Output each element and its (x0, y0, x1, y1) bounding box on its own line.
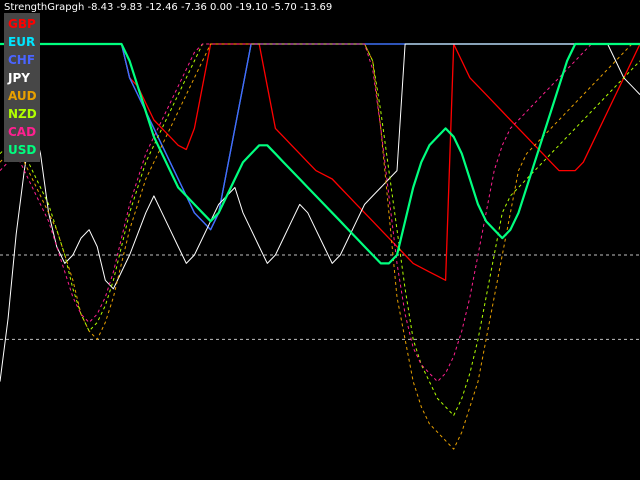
legend-panel: GBP EUR CHF JPY AUD NZD CAD USD (4, 13, 40, 162)
series-line-jpy (0, 43, 640, 382)
legend-item-nzd[interactable]: NZD (8, 107, 37, 121)
strength-chart: StrengthGrapgh -8.43 -9.83 -12.46 -7.36 … (0, 0, 640, 480)
legend-item-gbp[interactable]: GBP (8, 17, 36, 31)
legend-item-cad[interactable]: CAD (8, 125, 36, 139)
series-line-cad (0, 43, 640, 383)
series-line-aud (0, 43, 640, 450)
series-line-eur (0, 43, 640, 231)
series-line-chf (0, 43, 640, 231)
legend-item-eur[interactable]: EUR (8, 35, 35, 49)
legend-item-usd[interactable]: USD (8, 143, 36, 157)
chart-title: StrengthGrapgh -8.43 -9.83 -12.46 -7.36 … (4, 2, 333, 13)
legend-item-aud[interactable]: AUD (8, 89, 37, 103)
series-line-nzd (0, 43, 640, 416)
series-line-usd (0, 42, 640, 265)
legend-item-jpy[interactable]: JPY (8, 71, 30, 85)
plot-area (0, 42, 640, 450)
legend-item-chf[interactable]: CHF (8, 53, 35, 67)
